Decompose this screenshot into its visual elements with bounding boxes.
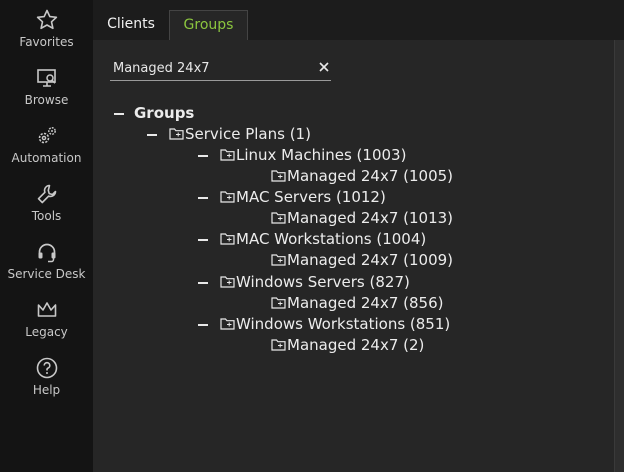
- tree-node-subgroup[interactable]: Managed 24x7 (1005): [271, 166, 453, 187]
- folder-icon: [271, 212, 286, 224]
- monitor-search-icon: [36, 69, 56, 87]
- tree-node-label: Service Plans (1): [185, 125, 311, 143]
- sidebar-item-label: Browse: [24, 93, 69, 107]
- sidebar: Favorites Browse Automation Tools Servic…: [0, 0, 93, 472]
- sidebar-item-legacy[interactable]: Legacy: [0, 298, 93, 354]
- sidebar-item-service-desk[interactable]: Service Desk: [0, 240, 93, 296]
- collapse-toggle[interactable]: [113, 103, 127, 124]
- tree-node-label: Managed 24x7 (2): [287, 336, 425, 354]
- folder-icon: [271, 170, 286, 182]
- sidebar-item-label: Automation: [11, 151, 82, 165]
- folder-icon: [220, 233, 235, 245]
- tree-node-subgroup[interactable]: Managed 24x7 (1009): [271, 250, 453, 271]
- sidebar-item-label: Favorites: [19, 35, 74, 49]
- sidebar-item-label: Service Desk: [7, 267, 86, 281]
- folder-icon: [271, 254, 286, 266]
- close-icon[interactable]: [317, 60, 331, 74]
- tree-node-group[interactable]: Windows Servers (827): [220, 272, 410, 293]
- collapse-toggle[interactable]: [197, 272, 211, 293]
- sidebar-item-help[interactable]: Help: [0, 356, 93, 412]
- tree-node-label: Windows Workstations (851): [236, 315, 451, 333]
- tree-node-group[interactable]: MAC Servers (1012): [220, 187, 386, 208]
- tree-node-group[interactable]: Windows Workstations (851): [220, 314, 450, 335]
- folder-icon: [271, 297, 286, 309]
- sidebar-item-label: Legacy: [25, 325, 68, 339]
- tree-node-group[interactable]: Linux Machines (1003): [220, 145, 406, 166]
- tree-node-subgroup[interactable]: Managed 24x7 (1013): [271, 208, 453, 229]
- headset-icon: [38, 243, 55, 263]
- help-icon: [36, 357, 57, 379]
- tree-node-subgroup[interactable]: Managed 24x7 (856): [271, 293, 443, 314]
- sidebar-item-tools[interactable]: Tools: [0, 182, 93, 238]
- tree-node-label: Windows Servers (827): [236, 273, 410, 291]
- collapse-toggle[interactable]: [146, 124, 160, 145]
- search-box: [110, 56, 331, 81]
- sidebar-item-favorites[interactable]: Favorites: [0, 8, 93, 64]
- crown-icon: [37, 302, 56, 317]
- tree-node-label: MAC Workstations (1004): [236, 230, 427, 248]
- collapse-toggle[interactable]: [197, 187, 211, 208]
- folder-icon: [169, 128, 184, 140]
- folder-icon: [271, 339, 286, 351]
- tree-node-service-plans[interactable]: Service Plans (1): [169, 124, 311, 145]
- collapse-toggle[interactable]: [197, 314, 211, 335]
- folder-icon: [220, 318, 235, 330]
- folder-icon: [220, 149, 235, 161]
- tab-groups[interactable]: Groups: [169, 10, 248, 40]
- tree-node-label: Managed 24x7 (1013): [287, 209, 454, 227]
- gears-icon: [38, 127, 56, 144]
- search-input[interactable]: [113, 58, 308, 78]
- tree-node-label: Managed 24x7 (1005): [287, 167, 454, 185]
- vertical-scrollbar[interactable]: [614, 40, 624, 472]
- tree-node-label: Managed 24x7 (856): [287, 294, 444, 312]
- wrench-icon: [37, 184, 56, 204]
- sidebar-item-label: Tools: [31, 209, 62, 223]
- tree-node-label: Linux Machines (1003): [236, 146, 407, 164]
- sidebar-item-automation[interactable]: Automation: [0, 124, 93, 180]
- tree-node-label: MAC Servers (1012): [236, 188, 386, 206]
- folder-icon: [220, 276, 235, 288]
- collapse-toggle[interactable]: [197, 229, 211, 250]
- tree-node-subgroup[interactable]: Managed 24x7 (2): [271, 335, 424, 356]
- star-icon: [36, 9, 57, 30]
- tree-node-label: Managed 24x7 (1009): [287, 251, 454, 269]
- tree-node-group[interactable]: MAC Workstations (1004): [220, 229, 426, 250]
- collapse-toggle[interactable]: [197, 145, 211, 166]
- folder-icon: [220, 191, 235, 203]
- sidebar-item-browse[interactable]: Browse: [0, 66, 93, 122]
- tree-node-groups[interactable]: Groups: [134, 103, 194, 124]
- sidebar-item-label: Help: [32, 383, 61, 397]
- tab-clients[interactable]: Clients: [93, 10, 169, 40]
- tab-bar: Clients Groups: [93, 0, 624, 40]
